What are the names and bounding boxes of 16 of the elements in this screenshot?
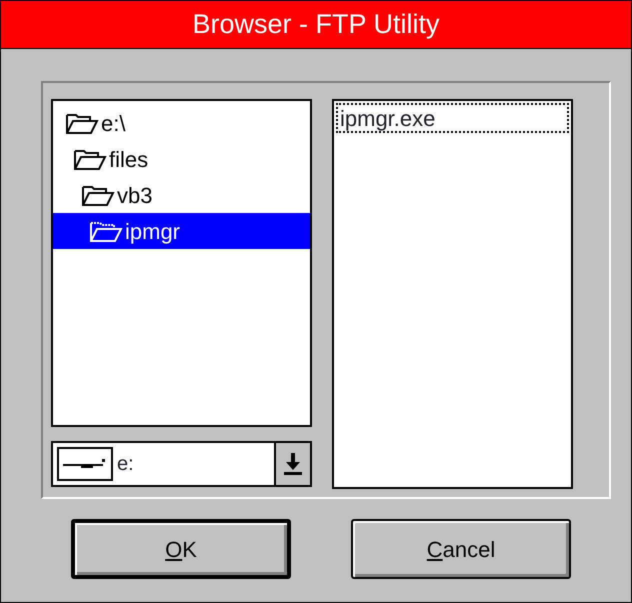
folder-icon xyxy=(73,147,107,171)
drive-icon xyxy=(57,447,113,481)
directory-item[interactable]: vb3 xyxy=(53,177,310,213)
directory-item[interactable]: e:\ xyxy=(53,105,310,141)
ok-button[interactable]: OK xyxy=(71,519,291,579)
drive-value: e: xyxy=(117,452,134,477)
folder-icon xyxy=(89,219,123,243)
drive-dropdown[interactable]: e: xyxy=(51,441,312,487)
window-title: Browser - FTP Utility xyxy=(1,1,631,49)
folder-icon xyxy=(65,111,99,135)
directory-item[interactable]: ipmgr xyxy=(53,213,310,249)
file-item[interactable]: ipmgr.exe xyxy=(336,103,569,133)
folder-icon xyxy=(81,183,115,207)
cancel-button[interactable]: Cancel xyxy=(351,519,571,579)
directory-item[interactable]: files xyxy=(53,141,310,177)
dropdown-arrow-icon[interactable] xyxy=(283,452,303,476)
